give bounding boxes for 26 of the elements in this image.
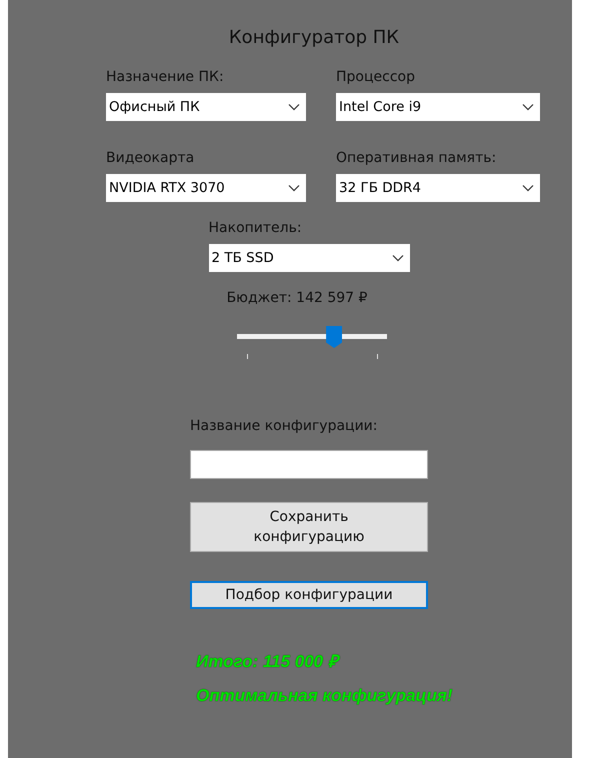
field-label: Накопитель:	[208, 219, 303, 238]
budget-label: Бюджет: 142 597 ₽	[226, 290, 368, 306]
field-label: Видеокарта	[106, 149, 196, 168]
result-text: Оптимальная конфигурация!	[196, 686, 454, 706]
button[interactable]: Сохранить конфигурацию	[190, 502, 428, 552]
chevron-down-icon	[522, 103, 534, 111]
tick-mark	[247, 354, 248, 359]
window-title: Конфигуратор ПК	[228, 26, 400, 50]
dropdown[interactable]: Intel Core i9	[336, 93, 540, 121]
result-text: Итого: 115 000 ₽	[196, 651, 341, 672]
input-field[interactable]	[190, 450, 428, 479]
dropdown[interactable]: Офисный ПК	[106, 93, 306, 121]
tick-mark	[377, 354, 378, 359]
chevron-down-icon	[288, 103, 300, 111]
field-label: Процессор	[336, 68, 416, 87]
slider-thumb[interactable]	[326, 326, 342, 348]
button[interactable]: Подбор конфигурации	[190, 581, 428, 609]
dropdown[interactable]: NVIDIA RTX 3070	[106, 174, 306, 202]
field-label: Назначение ПК:	[106, 68, 225, 87]
field-label: Оперативная память:	[336, 149, 498, 168]
chevron-down-icon	[522, 184, 534, 192]
field-label: Название конфигурации:	[190, 418, 378, 436]
dropdown[interactable]: 2 ТБ SSD	[208, 244, 410, 272]
chevron-down-icon	[288, 184, 300, 192]
chevron-down-icon	[392, 254, 404, 262]
dropdown[interactable]: 32 ГБ DDR4	[336, 174, 540, 202]
